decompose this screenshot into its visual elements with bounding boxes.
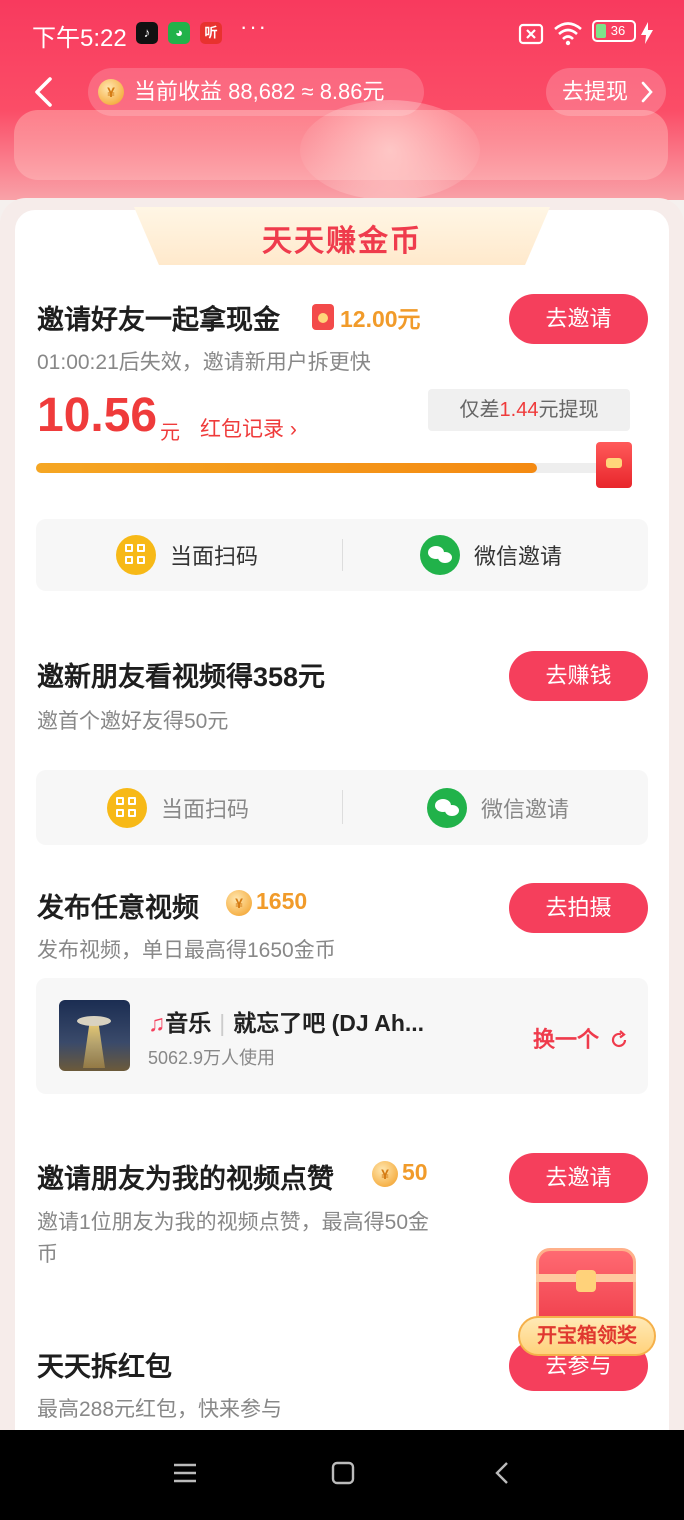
withdraw-progress-bar	[36, 463, 612, 473]
invite-cash-subtitle: 01:00:21后失效，邀请新用户拆更快	[37, 351, 371, 374]
battery-percent: 36	[610, 23, 626, 38]
more-notifications-icon: ···	[240, 14, 268, 39]
scan-qr-option-2[interactable]: 当面扫码	[107, 770, 249, 845]
invite-like-button[interactable]: 去邀请	[509, 1153, 648, 1203]
coin-icon: ¥	[98, 79, 124, 105]
music-separator: |	[219, 1010, 226, 1036]
battery-icon: 36	[592, 20, 636, 42]
share-divider	[342, 539, 343, 571]
charging-icon	[641, 22, 653, 44]
wechat-icon	[427, 787, 467, 828]
treasure-chest-lock	[576, 1270, 596, 1292]
gap-value: 1.44	[499, 399, 539, 421]
invite-like-reward-value: 50	[402, 1159, 428, 1185]
music-usage-count: 5062.9万人使用	[148, 1048, 276, 1068]
red-packet-icon	[312, 304, 334, 330]
current-earnings-pill[interactable]: ¥ 当前收益 88,682 ≈ 8.86元	[88, 68, 424, 116]
status-bar: 下午5:22 ♪ ◕ 听 ··· 36	[0, 14, 684, 54]
scan-qr-option[interactable]: 当面扫码	[116, 519, 258, 591]
wechat-app-icon: ◕	[168, 22, 190, 44]
treasure-chest-widget[interactable]: 开宝箱领奖	[518, 1240, 656, 1366]
gap-prefix: 仅差	[459, 399, 500, 421]
invite-like-subtitle-line2: 币	[37, 1243, 58, 1266]
header: 下午5:22 ♪ ◕ 听 ··· 36 ¥ 当前收益 88,682 ≈ 8.86	[0, 0, 684, 200]
home-icon[interactable]	[330, 1460, 356, 1486]
coin-icon: ¥	[372, 1160, 398, 1187]
coin-icon: ¥	[226, 889, 252, 916]
music-title: ♫音乐 | 就忘了吧 (DJ Ah...	[148, 1004, 424, 1038]
music-note-icon: ♫	[148, 1010, 166, 1036]
music-suggestion[interactable]: ♫音乐 | 就忘了吧 (DJ Ah... 5062.9万人使用 换一个	[36, 978, 648, 1094]
publish-video-reward-value: 1650	[256, 888, 308, 914]
invite-like-title: 邀请朋友为我的视频点赞	[37, 1164, 334, 1194]
scan-qr-label: 当面扫码	[170, 544, 259, 569]
battery-level	[596, 24, 606, 38]
wechat-invite-option[interactable]: 微信邀请	[420, 519, 562, 591]
tiktok-app-icon: ♪	[136, 22, 158, 44]
section-title: 天天赚金币	[262, 225, 422, 258]
publish-video-reward: ¥1650	[226, 888, 307, 916]
back-nav-icon[interactable]	[490, 1460, 516, 1486]
red-packet-record-link[interactable]: 红包记录 ›	[200, 413, 297, 443]
withdraw-progress-fill	[36, 463, 538, 473]
qr-code-icon	[107, 787, 147, 828]
listen-app-icon: 听	[200, 22, 222, 44]
invite-cash-amount-unit: 元	[160, 422, 180, 444]
wechat-invite-label: 微信邀请	[474, 544, 563, 569]
back-button[interactable]	[26, 74, 62, 110]
wifi-icon	[554, 22, 582, 46]
status-time: 下午5:22	[32, 25, 127, 52]
song-name: 就忘了吧 (DJ Ah...	[233, 1010, 425, 1036]
refresh-icon	[612, 1030, 627, 1048]
current-earnings-text: 当前收益 88,682 ≈ 8.86元	[134, 79, 385, 104]
publish-video-subtitle: 发布视频，单日最高得1650金币	[37, 939, 336, 962]
daily-redpack-subtitle: 最高288元红包，快来参与	[37, 1398, 283, 1421]
invite-video-button[interactable]: 去赚钱	[509, 651, 648, 701]
chevron-right-icon	[641, 81, 653, 103]
menu-icon[interactable]	[172, 1460, 198, 1486]
album-light-beam	[83, 1022, 105, 1068]
swap-music-button[interactable]: 换一个	[533, 1022, 629, 1054]
invite-video-share-options: 当面扫码 微信邀请	[36, 770, 648, 845]
invite-video-subtitle: 邀首个邀好友得50元	[37, 710, 229, 733]
invite-cash-button[interactable]: 去邀请	[509, 294, 648, 344]
invite-cash-reward: 12.00元	[312, 300, 421, 334]
wechat-invite-label-2: 微信邀请	[481, 796, 570, 822]
swap-music-label: 换一个	[533, 1027, 600, 1052]
music-label: 音乐	[165, 1010, 212, 1036]
invite-cash-amount: 10.56	[37, 389, 158, 442]
publish-video-button[interactable]: 去拍摄	[509, 883, 648, 933]
no-sim-icon	[518, 23, 544, 45]
album-ufo	[77, 1016, 111, 1026]
publish-video-title: 发布任意视频	[37, 893, 199, 923]
gap-suffix: 元提现	[538, 399, 599, 421]
wechat-icon	[420, 535, 460, 575]
invite-like-reward: ¥50	[372, 1159, 428, 1187]
qr-code-icon	[116, 535, 156, 575]
invite-video-title: 邀新朋友看视频得358元	[37, 662, 326, 692]
withdraw-gap-tip: 仅差1.44元提现	[428, 389, 630, 431]
system-navigation-bar	[0, 1430, 684, 1520]
album-cover	[59, 1000, 130, 1071]
top-nav: ¥ 当前收益 88,682 ≈ 8.86元 去提现	[0, 66, 684, 118]
scan-qr-label-2: 当面扫码	[161, 796, 250, 822]
invite-cash-title: 邀请好友一起拿现金	[37, 305, 280, 335]
daily-redpack-title: 天天拆红包	[37, 1352, 172, 1382]
share-divider-2	[342, 790, 343, 824]
wechat-invite-option-2[interactable]: 微信邀请	[427, 770, 569, 845]
invite-cash-reward-value: 12.00元	[340, 306, 421, 332]
withdraw-label: 去提现	[562, 79, 629, 104]
invite-cash-share-options: 当面扫码 微信邀请	[36, 519, 648, 591]
treasure-chest-label: 开宝箱领奖	[518, 1316, 656, 1356]
withdraw-button[interactable]: 去提现	[546, 68, 666, 116]
invite-like-subtitle-line1: 邀请1位朋友为我的视频点赞，最高得50金	[37, 1211, 430, 1234]
goal-red-packet-icon	[596, 442, 632, 488]
